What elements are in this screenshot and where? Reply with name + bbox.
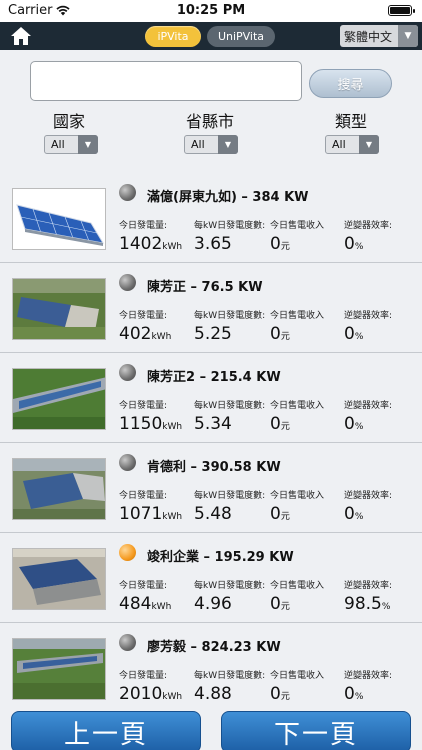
station-name: 滿億(屏東九如) – 384 KW xyxy=(147,190,309,205)
station-row[interactable]: 陳芳正 – 76.5 KW 今日發電量: 每kW日發電度數: 今日售電收入 逆變… xyxy=(0,264,422,353)
value-today-gen: 1071kWh xyxy=(119,504,183,524)
label-today-gen: 今日發電量: xyxy=(119,311,168,321)
label-per-kw: 每kW日發電度數: xyxy=(194,311,266,321)
station-photo xyxy=(12,188,106,250)
filter-value: All xyxy=(51,138,65,151)
label-per-kw: 每kW日發電度數: xyxy=(194,491,266,501)
value-per-kw: 5.48 xyxy=(194,504,232,524)
station-name: 肯德利 – 390.58 KW xyxy=(147,460,281,475)
label-today-income: 今日售電收入 xyxy=(270,671,325,681)
language-value: 繁體中文 xyxy=(344,29,393,44)
value-inverter-eff: 98.5% xyxy=(344,594,391,614)
value-today-income: 0元 xyxy=(270,684,290,704)
tab-ipvita[interactable]: iPVita xyxy=(145,26,201,47)
value-today-gen: 1150kWh xyxy=(119,414,183,434)
status-bar: Carrier 10:25 PM xyxy=(0,0,422,22)
label-today-income: 今日售電收入 xyxy=(270,581,325,591)
next-page-button[interactable]: 下一頁 xyxy=(221,711,411,750)
filter-select-type[interactable]: All ▼ xyxy=(325,135,379,154)
top-navbar: iPVita UniPVita 繁體中文 ▼ xyxy=(0,22,422,50)
label-today-gen: 今日發電量: xyxy=(119,401,168,411)
status-indicator xyxy=(119,454,136,471)
status-indicator xyxy=(119,544,136,561)
filter-label-city: 省縣市 xyxy=(186,112,235,131)
status-indicator xyxy=(119,364,136,381)
value-today-income: 0元 xyxy=(270,324,290,344)
station-photo xyxy=(12,548,106,610)
status-indicator xyxy=(119,184,136,201)
value-inverter-eff: 0% xyxy=(344,324,364,344)
filter-select-country[interactable]: All ▼ xyxy=(44,135,98,154)
chevron-down-icon: ▼ xyxy=(218,135,238,154)
station-photo xyxy=(12,458,106,520)
filter-value: All xyxy=(191,138,205,151)
status-indicator xyxy=(119,634,136,651)
station-photo xyxy=(12,368,106,430)
chevron-down-icon: ▼ xyxy=(78,135,98,154)
label-per-kw: 每kW日發電度數: xyxy=(194,221,266,231)
label-inverter-eff: 逆變器效率: xyxy=(344,671,393,681)
chevron-down-icon: ▼ xyxy=(359,135,379,154)
value-today-income: 0元 xyxy=(270,504,290,524)
search-button[interactable]: 搜尋 xyxy=(309,69,392,98)
filter-value: All xyxy=(332,138,346,151)
label-today-income: 今日售電收入 xyxy=(270,221,325,231)
label-today-income: 今日售電收入 xyxy=(270,311,325,321)
tab-unipvita[interactable]: UniPVita xyxy=(207,26,275,47)
station-row[interactable]: 滿億(屏東九如) – 384 KW 今日發電量: 每kW日發電度數: 今日售電收… xyxy=(0,174,422,263)
prev-page-button[interactable]: 上一頁 xyxy=(11,711,201,750)
filter-label-type: 類型 xyxy=(335,112,368,131)
label-today-income: 今日售電收入 xyxy=(270,401,325,411)
status-time: 10:25 PM xyxy=(176,3,246,18)
station-name: 竣利企業 – 195.29 KW xyxy=(147,550,294,565)
filter-label-country: 國家 xyxy=(53,112,86,131)
label-inverter-eff: 逆變器效率: xyxy=(344,581,393,591)
label-today-gen: 今日發電量: xyxy=(119,581,168,591)
label-inverter-eff: 逆變器效率: xyxy=(344,491,393,501)
value-inverter-eff: 0% xyxy=(344,234,364,254)
search-input[interactable] xyxy=(30,61,302,101)
label-today-income: 今日售電收入 xyxy=(270,491,325,501)
value-per-kw: 5.25 xyxy=(194,324,232,344)
label-inverter-eff: 逆變器效率: xyxy=(344,221,393,231)
label-per-kw: 每kW日發電度數: xyxy=(194,581,266,591)
station-row[interactable]: 竣利企業 – 195.29 KW 今日發電量: 每kW日發電度數: 今日售電收入… xyxy=(0,534,422,623)
value-inverter-eff: 0% xyxy=(344,684,364,704)
value-per-kw: 5.34 xyxy=(194,414,232,434)
station-photo xyxy=(12,278,106,340)
chevron-down-icon: ▼ xyxy=(398,25,418,47)
battery-icon xyxy=(388,5,415,16)
status-indicator xyxy=(119,274,136,291)
value-inverter-eff: 0% xyxy=(344,414,364,434)
label-today-gen: 今日發電量: xyxy=(119,221,168,231)
station-name: 陳芳正 – 76.5 KW xyxy=(147,280,263,295)
label-today-gen: 今日發電量: xyxy=(119,491,168,501)
station-row[interactable]: 肯德利 – 390.58 KW 今日發電量: 每kW日發電度數: 今日售電收入 … xyxy=(0,444,422,533)
value-today-income: 0元 xyxy=(270,594,290,614)
label-today-gen: 今日發電量: xyxy=(119,671,168,681)
label-per-kw: 每kW日發電度數: xyxy=(194,671,266,681)
filter-select-city[interactable]: All ▼ xyxy=(184,135,238,154)
value-today-income: 0元 xyxy=(270,234,290,254)
value-per-kw: 4.88 xyxy=(194,684,232,704)
station-name: 陳芳正2 – 215.4 KW xyxy=(147,370,281,385)
value-today-gen: 484kWh xyxy=(119,594,172,614)
value-today-income: 0元 xyxy=(270,414,290,434)
value-today-gen: 402kWh xyxy=(119,324,172,344)
station-row[interactable]: 陳芳正2 – 215.4 KW 今日發電量: 每kW日發電度數: 今日售電收入 … xyxy=(0,354,422,443)
station-name: 廖芳毅 – 824.23 KW xyxy=(147,640,281,655)
language-select[interactable]: 繁體中文 ▼ xyxy=(340,25,418,47)
label-per-kw: 每kW日發電度數: xyxy=(194,401,266,411)
label-inverter-eff: 逆變器效率: xyxy=(344,401,393,411)
value-today-gen: 1402kWh xyxy=(119,234,183,254)
value-per-kw: 3.65 xyxy=(194,234,232,254)
station-row[interactable]: 廖芳毅 – 824.23 KW 今日發電量: 每kW日發電度數: 今日售電收入 … xyxy=(0,624,422,713)
value-inverter-eff: 0% xyxy=(344,504,364,524)
value-today-gen: 2010kWh xyxy=(119,684,183,704)
value-per-kw: 4.96 xyxy=(194,594,232,614)
label-inverter-eff: 逆變器效率: xyxy=(344,311,393,321)
home-icon[interactable] xyxy=(10,26,32,46)
station-photo xyxy=(12,638,106,700)
